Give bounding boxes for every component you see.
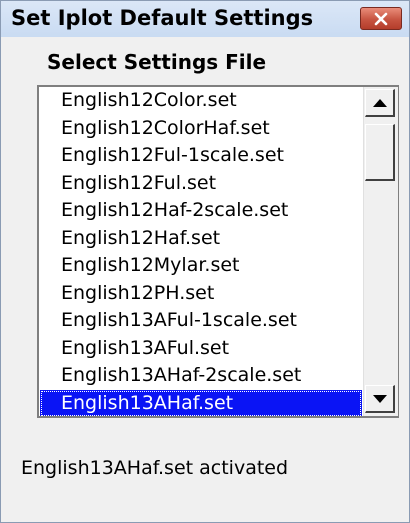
settings-file-list[interactable]: English12Color.set English12ColorHaf.set E… — [40, 87, 362, 416]
list-item[interactable]: English12Haf-2scale.set — [40, 197, 362, 225]
scroll-up-arrow-icon — [372, 98, 387, 107]
scroll-down-button[interactable] — [365, 385, 395, 413]
status-text: English13AHaf.set activated — [21, 457, 289, 479]
scroll-up-button[interactable] — [365, 89, 395, 117]
section-label: Select Settings File — [47, 50, 267, 74]
window-title: Set Iplot Default Settings — [11, 6, 314, 30]
list-item[interactable]: English13AHaf.set — [40, 389, 362, 416]
list-item[interactable]: English12Haf.set — [40, 225, 362, 253]
list-item[interactable]: English13AFul-1scale.set — [40, 307, 362, 335]
vertical-scrollbar[interactable] — [363, 87, 398, 416]
close-icon — [374, 12, 388, 25]
list-item[interactable]: English12PH.set — [40, 280, 362, 308]
title-bar[interactable]: Set Iplot Default Settings — [1, 1, 409, 37]
list-item[interactable]: English12Ful.set — [40, 170, 362, 198]
scroll-down-arrow-icon — [372, 394, 387, 403]
list-item[interactable]: English12Color.set — [40, 87, 362, 115]
list-item[interactable]: English12Mylar.set — [40, 252, 362, 280]
close-button[interactable] — [360, 7, 402, 30]
list-item[interactable]: English12ColorHaf.set — [40, 115, 362, 143]
list-item[interactable]: English13AHaf-2scale.set — [40, 362, 362, 390]
list-item[interactable]: English13AFul.set — [40, 335, 362, 363]
settings-dialog: Set Iplot Default Settings Select Settin… — [0, 0, 410, 523]
scroll-thumb[interactable] — [365, 124, 395, 181]
list-item[interactable]: English12Ful-1scale.set — [40, 142, 362, 170]
settings-file-listbox[interactable]: English12Color.set English12ColorHaf.set E… — [37, 85, 399, 418]
